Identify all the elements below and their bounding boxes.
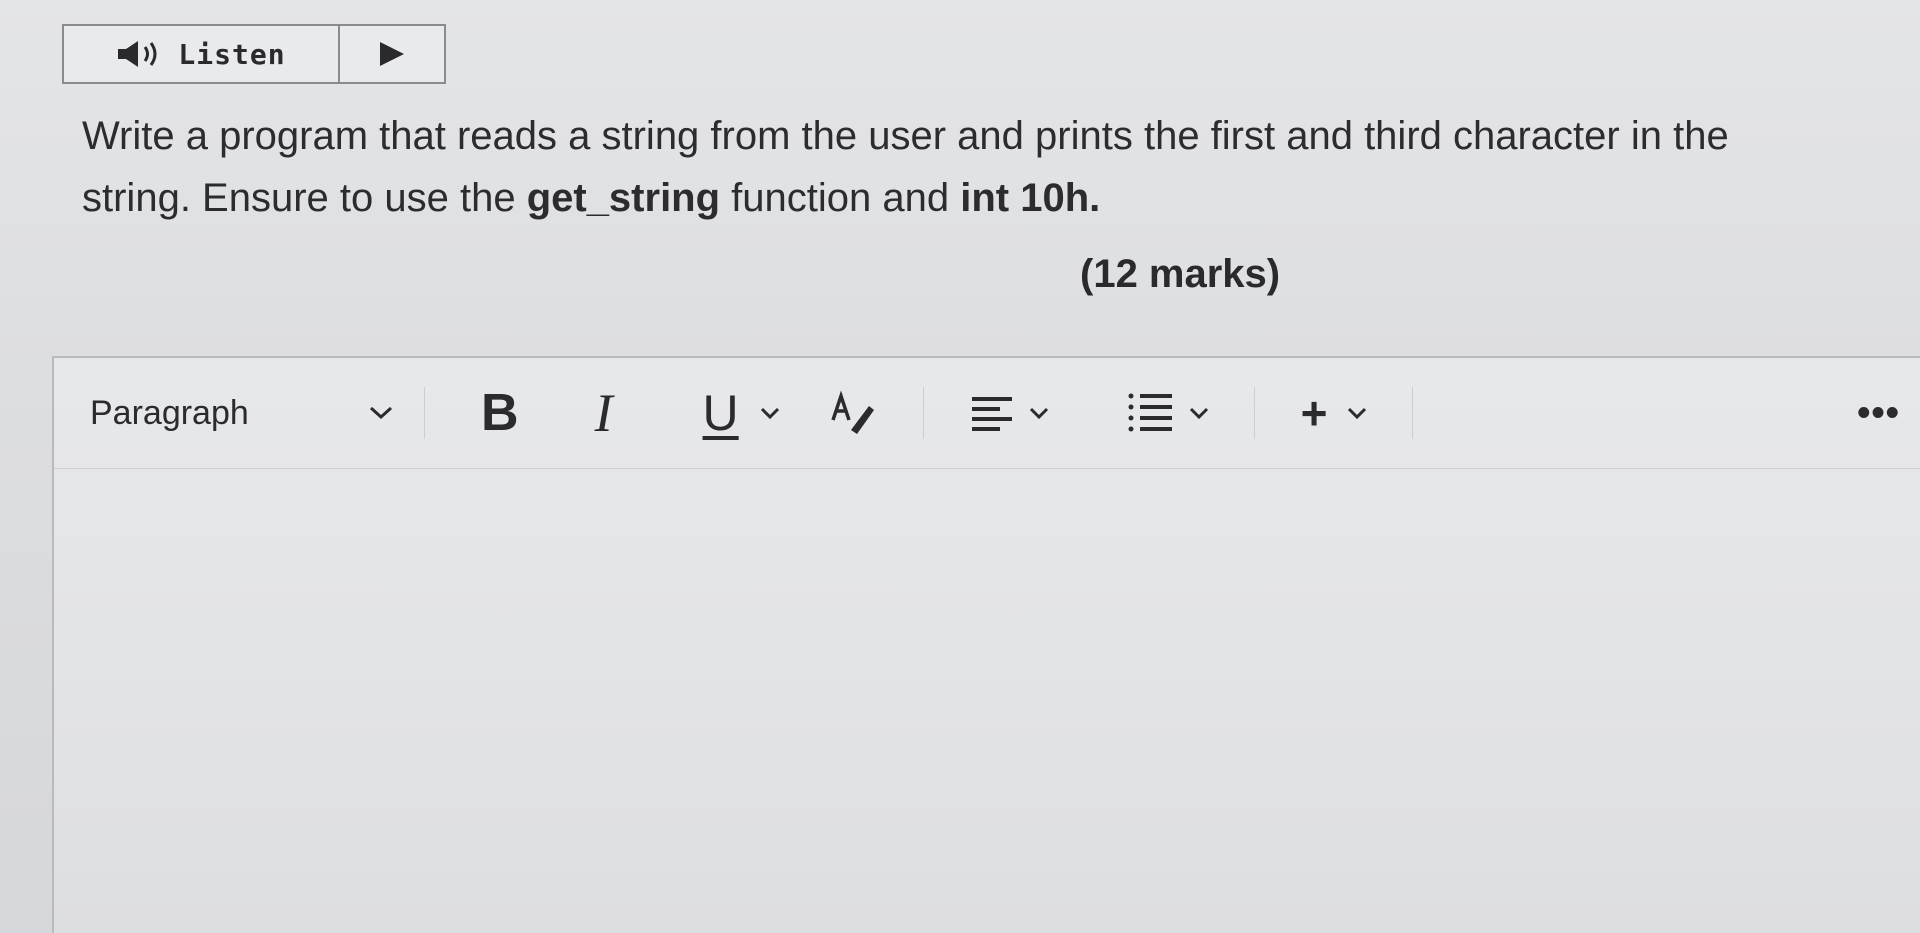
text-color-icon (830, 390, 874, 434)
editor-content-area[interactable] (54, 470, 1920, 933)
assignment-page: Listen Write a program that reads a stri… (0, 0, 1920, 933)
speaker-icon (116, 38, 166, 70)
editor-toolbar: Paragraph B I U + ••• (54, 358, 1920, 469)
list-dropdown[interactable] (1126, 391, 1210, 435)
align-left-icon (971, 397, 1012, 431)
toolbar-separator (1411, 387, 1413, 439)
toolbar-separator (1253, 387, 1255, 439)
plus-icon: + (1300, 387, 1328, 439)
paragraph-style-label: Paragraph (90, 393, 249, 432)
bulleted-list-icon (1128, 393, 1172, 432)
text-color-button[interactable] (827, 390, 879, 436)
toolbar-separator (424, 387, 425, 439)
listen-button[interactable]: Listen (64, 26, 340, 82)
question-part-2: function and (720, 176, 961, 220)
underline-icon: U (702, 385, 739, 441)
question-text: Write a program that reads a string from… (82, 105, 1842, 229)
insert-dropdown[interactable]: + (1301, 386, 1368, 440)
paragraph-style-dropdown[interactable]: Paragraph (54, 394, 424, 433)
question-interrupt: int 10h (960, 176, 1090, 220)
chevron-down-icon (760, 407, 779, 420)
play-button[interactable] (340, 26, 444, 82)
bold-button[interactable]: B (481, 383, 519, 443)
toolbar-separator (922, 387, 924, 439)
question-function-name: get_string (526, 176, 721, 220)
listen-widget: Listen (62, 24, 446, 84)
underline-button[interactable]: U (703, 384, 781, 442)
play-icon (380, 42, 404, 66)
chevron-down-icon (1189, 407, 1208, 420)
align-dropdown[interactable] (970, 393, 1050, 433)
more-options-button[interactable]: ••• (1857, 392, 1900, 435)
chevron-down-icon (1347, 407, 1366, 420)
chevron-down-icon (1029, 407, 1048, 420)
rich-text-editor: Paragraph B I U + ••• (52, 356, 1920, 933)
question-marks: (12 marks) (1080, 252, 1281, 296)
question-part-3: . (1089, 176, 1101, 220)
italic-button[interactable]: I (595, 382, 613, 444)
listen-label: Listen (178, 37, 286, 71)
chevron-down-icon (369, 406, 393, 420)
